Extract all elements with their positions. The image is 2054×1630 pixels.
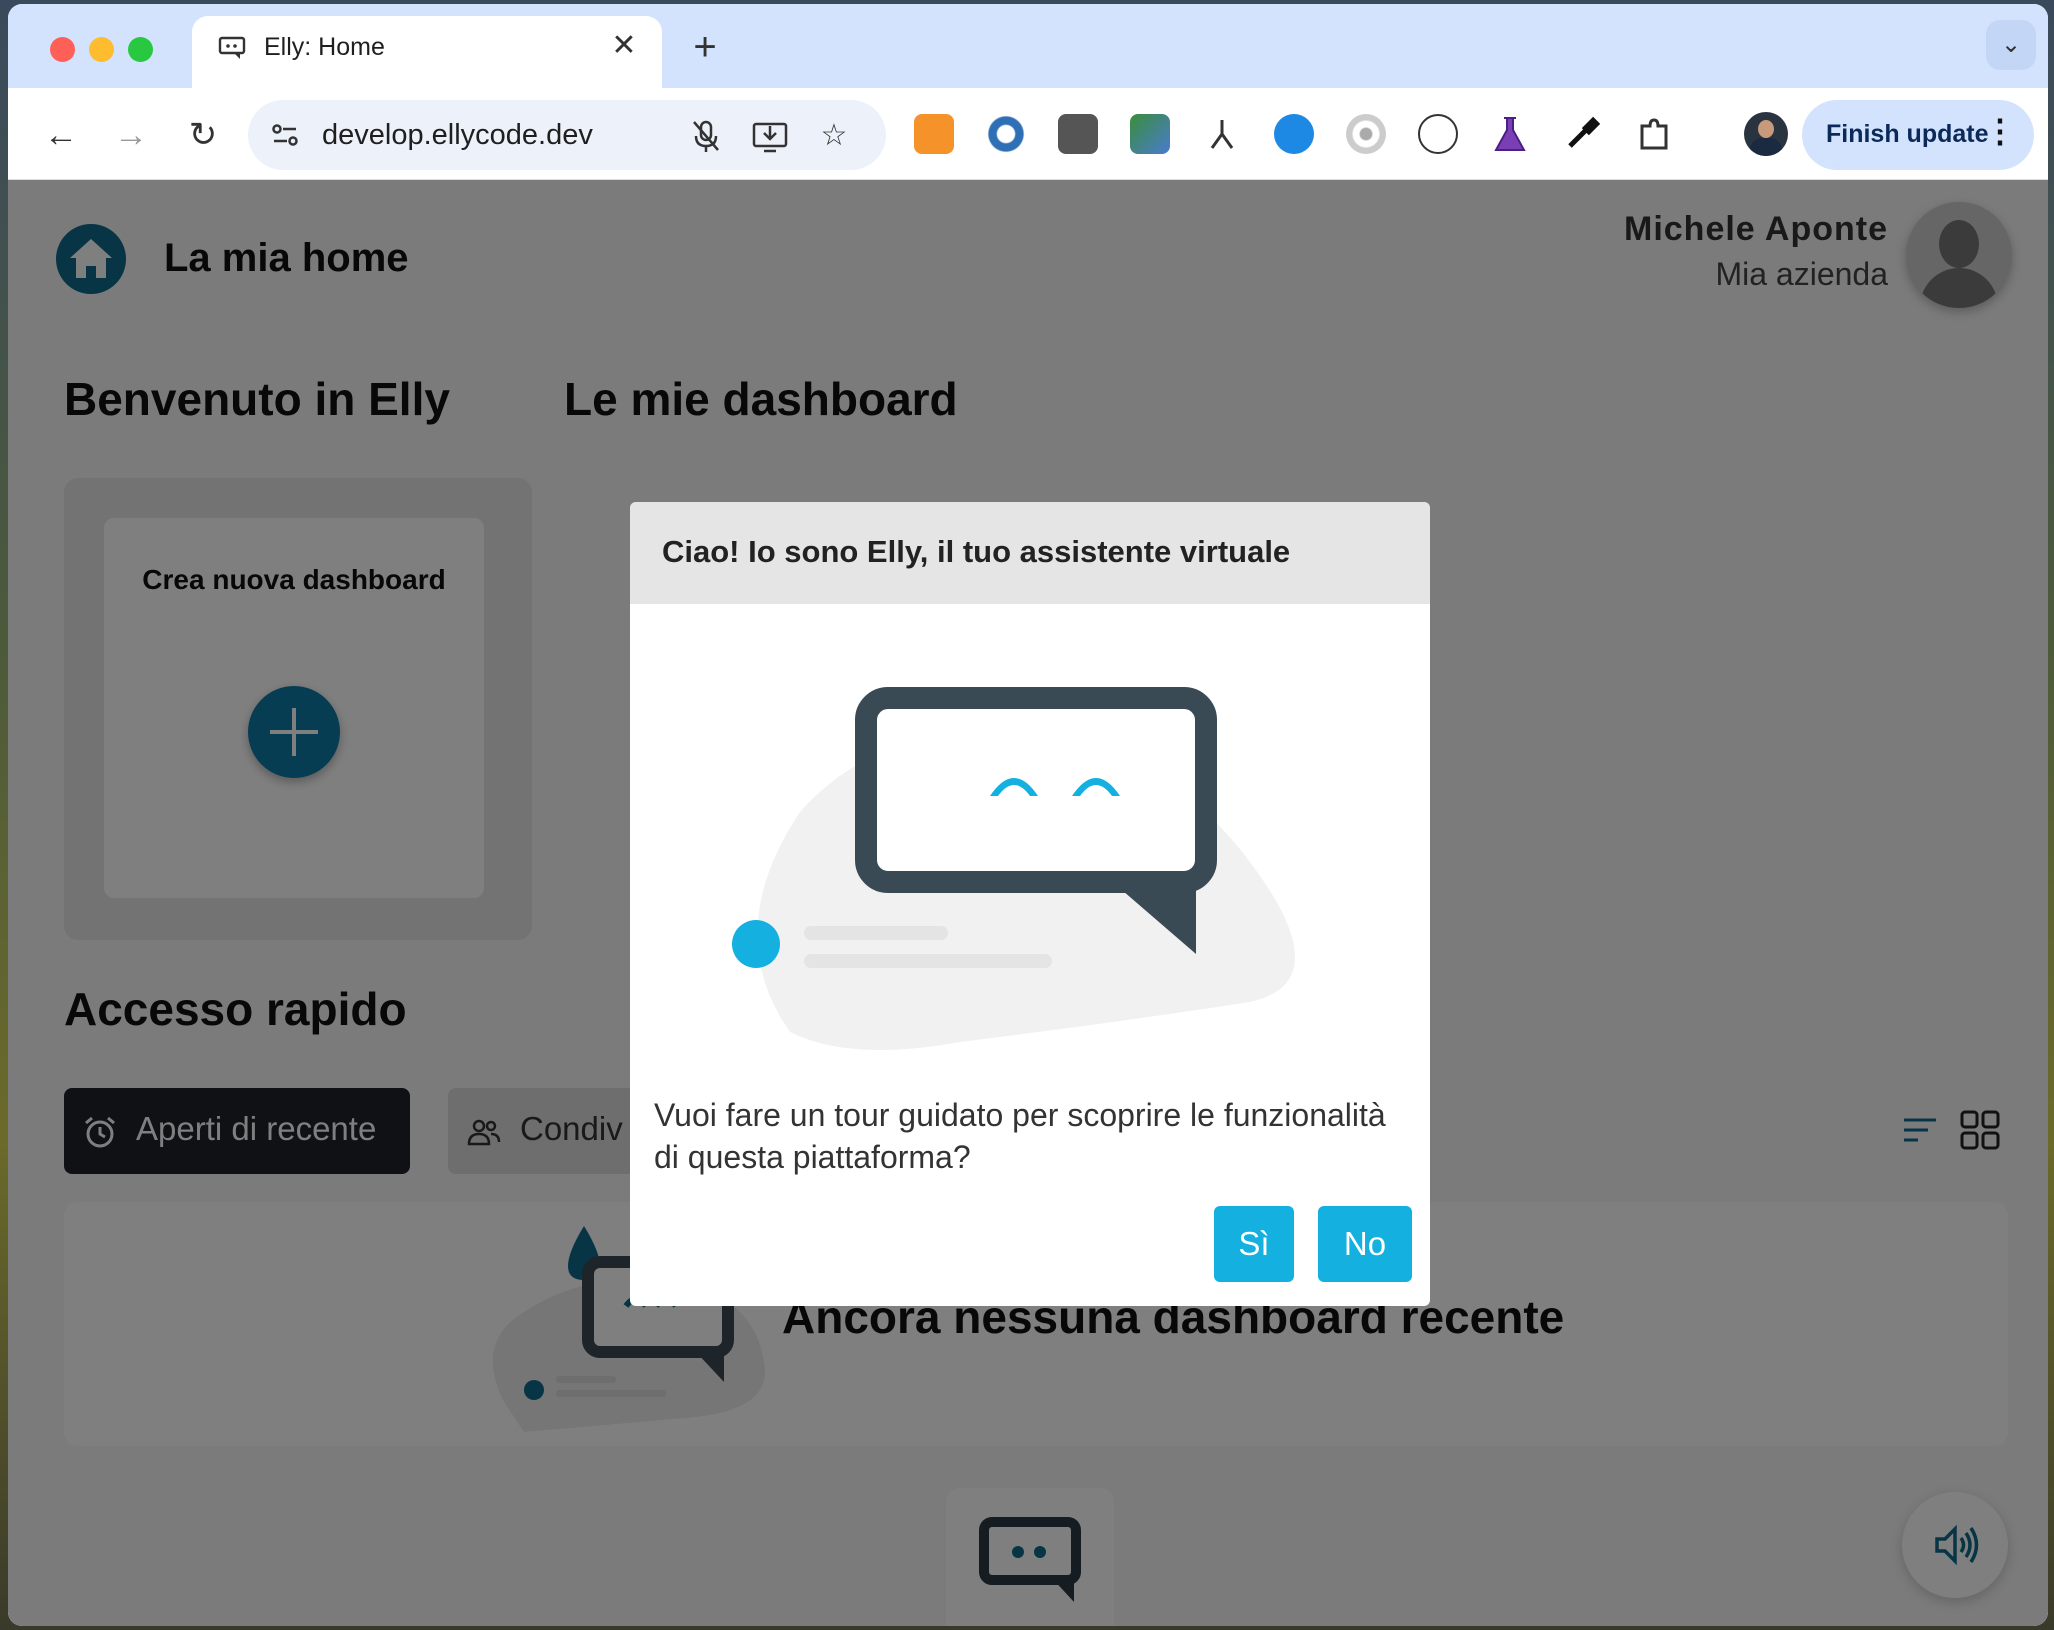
tab-search-button[interactable]: ⌄	[1986, 20, 2036, 70]
extensions-puzzle-icon[interactable]	[1634, 114, 1674, 154]
back-button[interactable]: ←	[36, 110, 86, 160]
elly-assistant-illustration	[732, 687, 1295, 1050]
url-text: develop.ellycode.dev	[322, 119, 593, 151]
extension-code-braces-icon[interactable]	[1418, 114, 1458, 154]
address-bar[interactable]: develop.ellycode.dev ☆	[248, 100, 886, 170]
app-page: La mia home Michele Aponte Mia azienda B…	[8, 180, 2048, 1626]
chat-bubble-icon	[218, 36, 246, 59]
close-window-button[interactable]	[50, 37, 75, 62]
browser-toolbar: ← → ↻ develop.ellycode.dev ☆ Finish upda…	[8, 88, 2048, 180]
extension-blue-swirl-icon[interactable]	[986, 114, 1026, 154]
dialog-title: Ciao! Io sono Elly, il tuo assistente vi…	[662, 534, 1291, 569]
no-button[interactable]: No	[1318, 1206, 1412, 1282]
browser-window: Elly: Home ✕ + ⌄ ← → ↻ develop.ellycode.…	[8, 4, 2048, 1626]
extension-sheets-icon[interactable]	[1130, 114, 1170, 154]
finish-update-label: Finish update	[1826, 120, 1989, 148]
tab-title: Elly: Home	[264, 33, 385, 61]
extension-screen-capture-icon[interactable]	[1058, 114, 1098, 154]
extension-orange-icon[interactable]	[914, 114, 954, 154]
close-tab-icon[interactable]: ✕	[606, 28, 642, 63]
finish-update-button[interactable]: Finish update ⋮	[1802, 100, 2034, 170]
extension-blue-s-icon[interactable]	[1274, 114, 1314, 154]
mic-off-icon[interactable]	[686, 116, 726, 156]
tab-strip: Elly: Home ✕ + ⌄	[8, 4, 2048, 90]
site-settings-icon[interactable]	[268, 118, 302, 152]
extension-target-icon[interactable]	[1346, 114, 1386, 154]
minimize-window-button[interactable]	[89, 37, 114, 62]
yes-button[interactable]: Sì	[1214, 1206, 1294, 1282]
extension-flask-icon[interactable]	[1490, 114, 1530, 154]
extension-fork-icon[interactable]	[1202, 114, 1242, 154]
forward-button[interactable]: →	[106, 110, 156, 160]
dialog-header: Ciao! Io sono Elly, il tuo assistente vi…	[630, 502, 1430, 604]
dialog-message: Vuoi fare un tour guidato per scoprire l…	[654, 1097, 1386, 1175]
welcome-tour-dialog: Ciao! Io sono Elly, il tuo assistente vi…	[630, 502, 1430, 1306]
browser-tab-active[interactable]: Elly: Home ✕	[192, 16, 662, 90]
new-tab-button[interactable]: +	[680, 22, 730, 72]
profile-avatar[interactable]	[1744, 112, 1788, 156]
install-app-icon[interactable]	[750, 116, 790, 156]
bookmark-star-icon[interactable]: ☆	[814, 116, 854, 156]
maximize-window-button[interactable]	[128, 37, 153, 62]
reload-button[interactable]: ↻	[178, 110, 228, 160]
extension-eyedropper-icon[interactable]	[1562, 114, 1602, 154]
more-vert-icon[interactable]: ⋮	[1984, 112, 2016, 150]
